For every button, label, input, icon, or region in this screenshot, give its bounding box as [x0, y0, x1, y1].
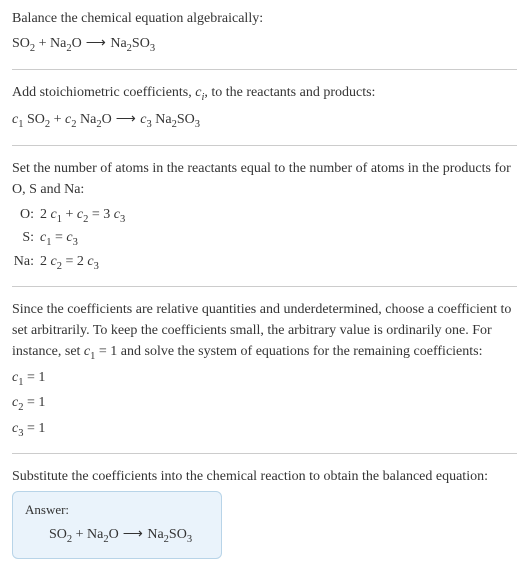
na2o-o: O	[72, 36, 82, 51]
l2-v: = 1	[23, 395, 45, 410]
intro-text: Balance the chemical equation algebraica…	[12, 8, 517, 29]
plus: +	[50, 112, 65, 127]
answer-label: Answer:	[25, 500, 209, 520]
intro-section: Balance the chemical equation algebraica…	[12, 8, 517, 57]
atoms-intro: Set the number of atoms in the reactants…	[12, 158, 517, 200]
solve-p1b: = 1 and solve the system of equations fo…	[95, 344, 482, 359]
product-na: Na	[110, 36, 126, 51]
divider	[12, 145, 517, 146]
ans-na: Na	[147, 527, 163, 542]
arrow-icon: ⟶	[119, 527, 148, 542]
o-c3s: 3	[120, 213, 125, 224]
arrow-icon: ⟶	[82, 36, 111, 51]
coef-line-2: c2 = 1	[12, 392, 517, 416]
so-label: SO	[177, 112, 195, 127]
atom-eq-o: 2 c1 + c2 = 3 c3	[40, 204, 517, 228]
atom-row-o: O: 2 c1 + c2 = 3 c3	[12, 204, 517, 228]
atoms-section: Set the number of atoms in the reactants…	[12, 158, 517, 275]
atom-label-na: Na:	[12, 251, 40, 272]
divider	[12, 286, 517, 287]
s-c3s: 3	[73, 237, 78, 248]
stoich-equation: c1 SO2 + c2 Na2O ⟶ c3 Na2SO3	[12, 109, 517, 133]
o-eq-1: 2	[40, 207, 51, 222]
l1-v: = 1	[23, 370, 45, 385]
na-eq-1: 2	[40, 254, 51, 269]
na-mid: = 2	[62, 254, 87, 269]
final-section: Substitute the coefficients into the che…	[12, 466, 517, 558]
stoich-text-2: , to the reactants and products:	[204, 85, 375, 100]
divider	[12, 453, 517, 454]
na-c3s: 3	[94, 261, 99, 272]
o-label: O	[102, 112, 112, 127]
answer-equation: SO2 + Na2O ⟶ Na2SO3	[25, 524, 209, 548]
stoich-text-1: Add stoichiometric coefficients,	[12, 85, 195, 100]
intro-equation: SO2 + Na2O ⟶ Na2SO3	[12, 33, 517, 57]
o-eq-2: +	[62, 207, 77, 222]
final-text: Substitute the coefficients into the che…	[12, 466, 517, 487]
atom-eq-na: 2 c2 = 2 c3	[40, 251, 517, 275]
solve-text: Since the coefficients are relative quan…	[12, 299, 517, 365]
reactant-so2: SO	[12, 36, 30, 51]
atoms-table: O: 2 c1 + c2 = 3 c3 S: c1 = c3 Na: 2 c2 …	[12, 204, 517, 275]
o-eq-3: = 3	[88, 207, 113, 222]
solve-section: Since the coefficients are relative quan…	[12, 299, 517, 441]
l3-v: = 1	[23, 421, 45, 436]
arrow-icon: ⟶	[112, 112, 141, 127]
ans-o: O	[109, 527, 119, 542]
ans-plus: + Na	[72, 527, 103, 542]
s-mid: =	[51, 230, 66, 245]
atom-eq-s: c1 = c3	[40, 227, 517, 251]
coef-line-3: c3 = 1	[12, 418, 517, 442]
na2o-label: Na	[77, 112, 97, 127]
so3-sub: 3	[195, 119, 200, 130]
ans-so: SO	[169, 527, 187, 542]
product-so: SO	[132, 36, 150, 51]
stoich-text: Add stoichiometric coefficients, ci, to …	[12, 82, 517, 106]
plus-na: + Na	[35, 36, 66, 51]
atom-label-s: S:	[12, 227, 40, 248]
atom-row-s: S: c1 = c3	[12, 227, 517, 251]
atom-row-na: Na: 2 c2 = 2 c3	[12, 251, 517, 275]
so2-label: SO	[23, 112, 44, 127]
na2so3-label: Na	[152, 112, 172, 127]
atom-label-o: O:	[12, 204, 40, 225]
answer-box: Answer: SO2 + Na2O ⟶ Na2SO3	[12, 491, 222, 558]
divider	[12, 69, 517, 70]
stoich-section: Add stoichiometric coefficients, ci, to …	[12, 82, 517, 133]
na2so3-sub2: 3	[150, 43, 155, 54]
coef-line-1: c1 = 1	[12, 367, 517, 391]
ans-so3-sub: 3	[187, 534, 192, 545]
ans-so2: SO	[49, 527, 67, 542]
